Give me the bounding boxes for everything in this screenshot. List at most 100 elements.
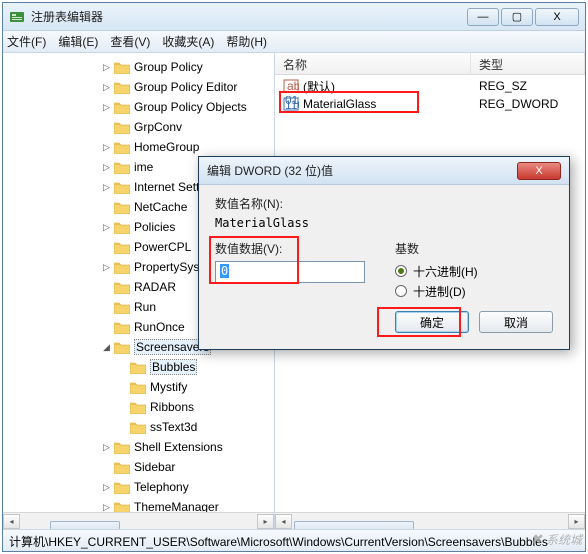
expand-icon[interactable] (101, 322, 112, 333)
tree-item-label: Mystify (150, 380, 187, 394)
expand-icon[interactable] (101, 282, 112, 293)
menu-edit[interactable]: 编辑(E) (58, 33, 98, 50)
expand-icon[interactable]: ▷ (101, 142, 112, 153)
menubar: 文件(F) 编辑(E) 查看(V) 收藏夹(A) 帮助(H) (3, 31, 585, 53)
value-name-text: MaterialGlass (215, 216, 553, 230)
tree-item[interactable]: ▷ Telephony (3, 477, 274, 497)
dword-value-icon: 011110 (283, 96, 299, 112)
list-scroll-right[interactable]: ▸ (568, 514, 585, 529)
expand-icon[interactable]: ▷ (101, 502, 112, 513)
tree-item[interactable]: ▷Group Policy Objects (3, 97, 274, 117)
maximize-button[interactable]: ▢ (501, 8, 533, 26)
tree-item-label: NetCache (134, 200, 187, 214)
dialog-close-button[interactable]: X (517, 162, 561, 180)
expand-icon[interactable] (117, 362, 128, 373)
titlebar[interactable]: 注册表编辑器 — ▢ X (3, 3, 585, 31)
folder-icon (114, 481, 130, 494)
tree-item-label: PowerCPL (134, 240, 191, 254)
tree-item-label: RADAR (134, 280, 176, 294)
tree-item-label: GrpConv (134, 120, 182, 134)
menu-view[interactable]: 查看(V) (110, 33, 150, 50)
expand-icon[interactable] (101, 462, 112, 473)
tree-scroll-thumb[interactable] (50, 521, 120, 529)
folder-icon (114, 441, 130, 454)
tree-item-label: HomeGroup (134, 140, 199, 154)
close-button[interactable]: X (535, 8, 579, 26)
list-scroll-left[interactable]: ◂ (275, 514, 292, 529)
expand-icon[interactable] (101, 302, 112, 313)
cancel-button[interactable]: 取消 (479, 311, 553, 333)
radix-dec-radio[interactable]: 十进制(D) (395, 281, 478, 301)
tree-scroll-left[interactable]: ◂ (3, 514, 20, 529)
tree-scroll-right[interactable]: ▸ (257, 514, 274, 529)
folder-icon (114, 261, 130, 274)
radio-icon (395, 285, 407, 297)
folder-icon (114, 221, 130, 234)
list-row[interactable]: ab(默认)REG_SZ (275, 77, 585, 95)
tree-item-label: Policies (134, 220, 175, 234)
tree-item[interactable]: Mystify (3, 377, 274, 397)
expand-icon[interactable]: ▷ (101, 222, 112, 233)
folder-icon (114, 101, 130, 114)
list-header: 名称 类型 (275, 53, 585, 75)
value-data-label: 数值数据(V): (215, 240, 365, 257)
tree-item[interactable]: ▷ HomeGroup (3, 137, 274, 157)
folder-icon (130, 401, 146, 414)
tree-item-label: RunOnce (134, 320, 185, 334)
expand-icon[interactable] (117, 422, 128, 433)
expand-icon[interactable]: ▷ (101, 182, 112, 193)
svg-text:ab: ab (287, 79, 299, 93)
ok-button[interactable]: 确定 (395, 311, 469, 333)
tree-item[interactable]: ▷Group Policy (3, 57, 274, 77)
tree-item[interactable]: ssText3d (3, 417, 274, 437)
expand-icon[interactable]: ▷ (101, 102, 112, 113)
tree-item[interactable]: Bubbles (3, 357, 274, 377)
column-name[interactable]: 名称 (275, 53, 471, 74)
base-label: 基数 (395, 240, 478, 257)
tree-item-label: Telephony (134, 480, 189, 494)
menu-help[interactable]: 帮助(H) (226, 33, 267, 50)
edit-dword-dialog: 编辑 DWORD (32 位)值 X 数值名称(N): MaterialGlas… (198, 156, 570, 350)
menu-favorites[interactable]: 收藏夹(A) (162, 33, 214, 50)
dialog-titlebar[interactable]: 编辑 DWORD (32 位)值 X (199, 157, 569, 185)
expand-icon[interactable] (117, 402, 128, 413)
folder-icon (130, 381, 146, 394)
folder-icon (130, 421, 146, 434)
expand-icon[interactable]: ▷ (101, 262, 112, 273)
value-name: MaterialGlass (303, 97, 479, 111)
expand-icon[interactable]: ▷ (101, 482, 112, 493)
tree-item[interactable]: GrpConv (3, 117, 274, 137)
column-type[interactable]: 类型 (471, 53, 585, 74)
list-row[interactable]: 011110MaterialGlassREG_DWORD (275, 95, 585, 113)
expand-icon[interactable] (101, 202, 112, 213)
minimize-button[interactable]: — (467, 8, 499, 26)
expand-icon[interactable]: ▷ (101, 162, 112, 173)
expand-icon[interactable] (101, 122, 112, 133)
radix-hex-radio[interactable]: 十六进制(H) (395, 261, 478, 281)
tree-item-label: ssText3d (150, 420, 197, 434)
tree-item-label: Sidebar (134, 460, 175, 474)
radix-dec-label: 十进制(D) (413, 283, 466, 300)
expand-icon[interactable] (101, 242, 112, 253)
expand-icon[interactable]: ▷ (101, 82, 112, 93)
folder-icon (114, 241, 130, 254)
tree-item-label: Run (134, 300, 156, 314)
value-data-input[interactable]: 0 (215, 261, 365, 283)
window-buttons: — ▢ X (465, 8, 579, 26)
menu-file[interactable]: 文件(F) (7, 33, 46, 50)
collapse-icon[interactable]: ◢ (101, 342, 112, 353)
tree-item[interactable]: ▷Group Policy Editor (3, 77, 274, 97)
folder-icon (114, 201, 130, 214)
folder-icon (114, 141, 130, 154)
expand-icon[interactable]: ▷ (101, 442, 112, 453)
expand-icon[interactable]: ▷ (101, 62, 112, 73)
folder-icon (114, 61, 130, 74)
dialog-title: 编辑 DWORD (32 位)值 (207, 162, 517, 179)
tree-item[interactable]: ▷Shell Extensions (3, 437, 274, 457)
statusbar: 计算机\HKEY_CURRENT_USER\Software\Microsoft… (3, 529, 585, 551)
list-scroll-thumb[interactable] (294, 521, 414, 529)
tree-item[interactable]: Ribbons (3, 397, 274, 417)
tree-item[interactable]: Sidebar (3, 457, 274, 477)
expand-icon[interactable] (117, 382, 128, 393)
folder-icon (114, 121, 130, 134)
